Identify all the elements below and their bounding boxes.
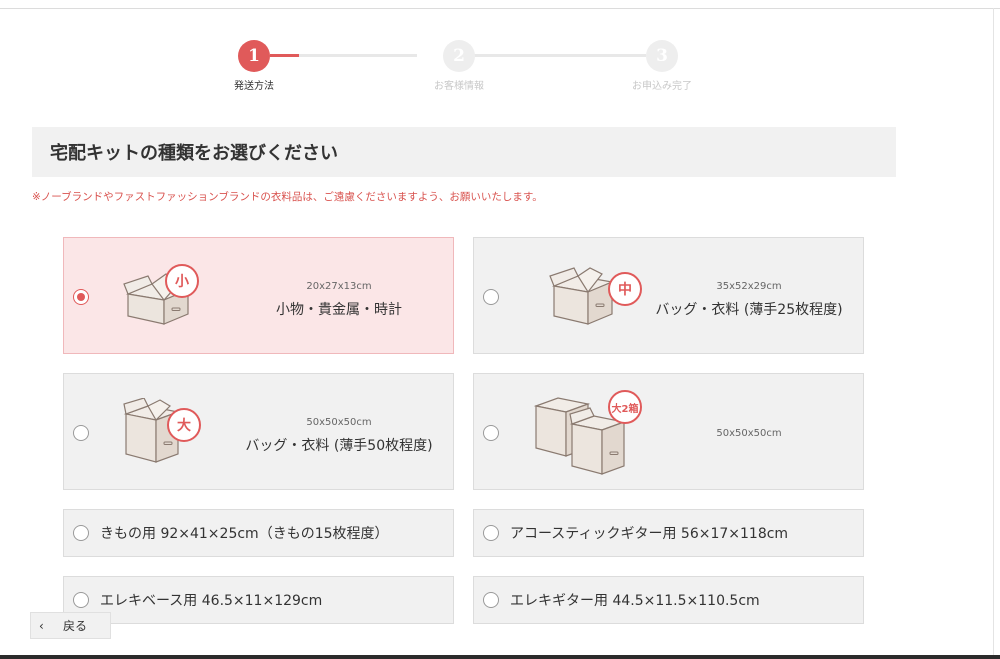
step-1-circle: 1 [238, 40, 270, 72]
radio-large-2boxes[interactable] [483, 425, 499, 441]
radio-small[interactable] [73, 289, 89, 305]
label-kimono: きもの用 92×41×25cm（きもの15枚程度） [100, 526, 389, 542]
back-button[interactable]: ‹ 戻る [30, 612, 111, 639]
option-kimono[interactable]: きもの用 92×41×25cm（きもの15枚程度） [63, 509, 454, 557]
radio-medium[interactable] [483, 289, 499, 305]
option-small[interactable]: 小 20x27x13cm 小物・貴金属・時計 [63, 237, 454, 354]
option-electric-bass[interactable]: エレキベース用 46.5×11×129cm [63, 576, 454, 624]
step-1-label: 発送方法 [234, 81, 274, 92]
option-large-2boxes[interactable]: 大2箱 50x50x50cm [473, 373, 864, 490]
label-electric-guitar: エレキギター用 44.5×11.5×110.5cm [510, 593, 760, 609]
radio-electric-guitar[interactable] [483, 592, 499, 608]
label-acoustic-guitar: アコースティックギター用 56×17×118cm [510, 526, 789, 542]
dims-small: 20x27x13cm [306, 281, 372, 292]
stepper-line [474, 54, 646, 57]
right-divider [993, 8, 994, 659]
back-button-label: 戻る [63, 619, 88, 633]
dims-large-2boxes: 50x50x50cm [716, 428, 782, 439]
option-medium[interactable]: 中 35x52x29cm バッグ・衣料 (薄手25枚程度) [473, 237, 864, 354]
notice-text: ※ノーブランドやファストファッションブランドの衣料品は、ご遠慮くださいますよう、… [32, 191, 543, 203]
stepper-line [299, 54, 417, 57]
option-large[interactable]: 大 50x50x50cm バッグ・衣料 (薄手50枚程度) [63, 373, 454, 490]
label-electric-bass: エレキベース用 46.5×11×129cm [100, 593, 323, 609]
radio-electric-bass[interactable] [73, 592, 89, 608]
size-badge-medium: 中 [608, 272, 642, 306]
size-badge-large: 大 [167, 408, 201, 442]
step-3-label: お申込み完了 [632, 81, 692, 92]
label-large: バッグ・衣料 (薄手50枚程度) [245, 438, 433, 454]
label-small: 小物・貴金属・時計 [276, 302, 402, 318]
top-divider [0, 8, 1000, 9]
dims-medium: 35x52x29cm [716, 281, 782, 292]
option-acoustic-guitar[interactable]: アコースティックギター用 56×17×118cm [473, 509, 864, 557]
size-badge-large-2boxes: 大2箱 [608, 390, 642, 424]
label-medium: バッグ・衣料 (薄手25枚程度) [655, 302, 843, 318]
radio-large[interactable] [73, 425, 89, 441]
radio-kimono[interactable] [73, 525, 89, 541]
radio-acoustic-guitar[interactable] [483, 525, 499, 541]
page-title: 宅配キットの種類をお選びください [32, 127, 896, 177]
size-badge-small: 小 [165, 264, 199, 298]
step-2-label: お客様情報 [434, 81, 484, 92]
step-3-circle: 3 [646, 40, 678, 72]
bottom-bar [0, 655, 1000, 659]
option-electric-guitar[interactable]: エレキギター用 44.5×11.5×110.5cm [473, 576, 864, 624]
step-2-circle: 2 [443, 40, 475, 72]
stepper-line-active [270, 54, 299, 57]
dims-large: 50x50x50cm [306, 417, 372, 428]
chevron-left-icon: ‹ [39, 618, 44, 633]
